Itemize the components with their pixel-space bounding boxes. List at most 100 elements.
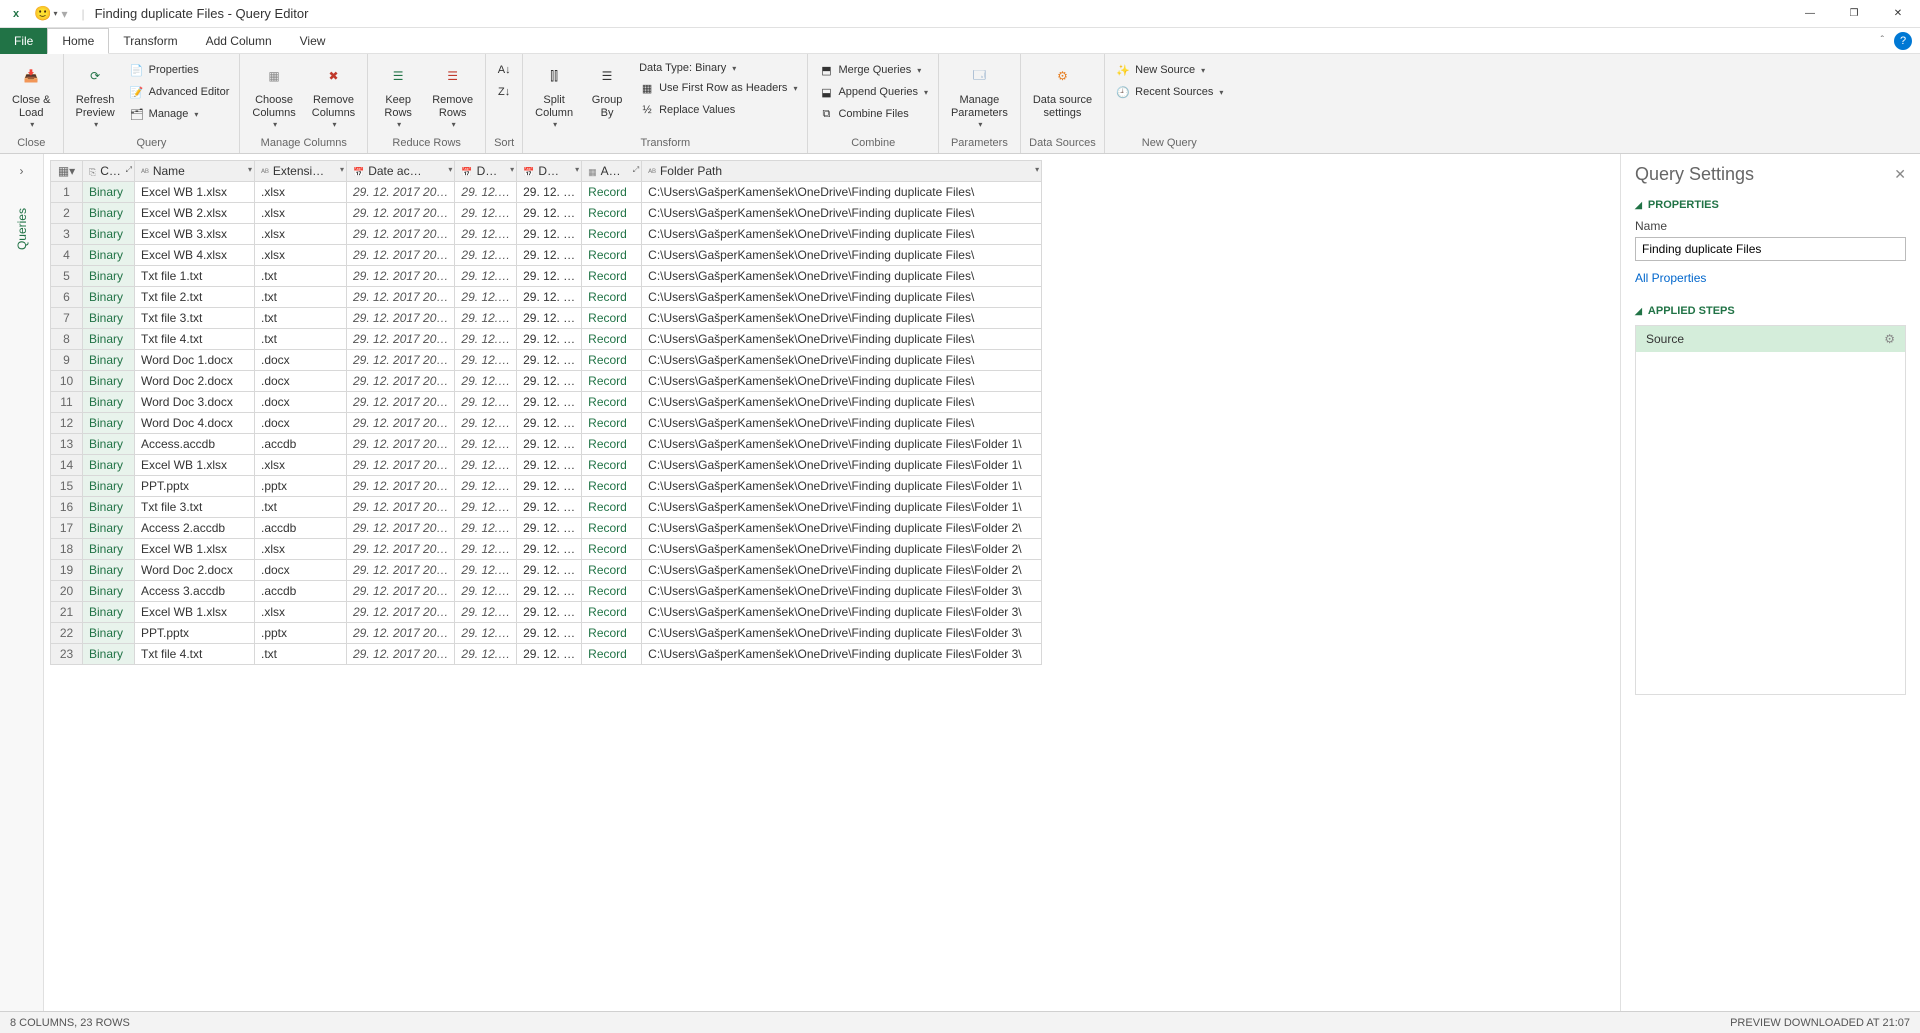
cell-name[interactable]: PPT.pptx xyxy=(135,476,255,497)
cell-content[interactable]: Binary xyxy=(83,287,135,308)
cell-attributes[interactable]: Record xyxy=(582,182,642,203)
close-button[interactable]: ✕ xyxy=(1876,0,1920,28)
cell-content[interactable]: Binary xyxy=(83,434,135,455)
merge-queries-button[interactable]: ⬒Merge Queries▾ xyxy=(814,60,932,80)
cell-folder-path[interactable]: C:\Users\GašperKamenšek\OneDrive\Finding… xyxy=(642,245,1042,266)
cell-content[interactable]: Binary xyxy=(83,329,135,350)
table-row[interactable]: 6BinaryTxt file 2.txt.txt29. 12. 2017 20… xyxy=(51,287,1042,308)
row-number[interactable]: 14 xyxy=(51,455,83,476)
cell-attributes[interactable]: Record xyxy=(582,581,642,602)
table-row[interactable]: 7BinaryTxt file 3.txt.txt29. 12. 2017 20… xyxy=(51,308,1042,329)
cell-date-modified[interactable]: 29. 12.… xyxy=(455,308,517,329)
cell-date-accessed[interactable]: 29. 12. 2017 20… xyxy=(347,329,455,350)
query-name-input[interactable] xyxy=(1635,237,1906,261)
row-number[interactable]: 20 xyxy=(51,581,83,602)
row-number[interactable]: 18 xyxy=(51,539,83,560)
col-extension[interactable]: ᴬᴮExtensi…▾ xyxy=(255,161,347,182)
cell-date-accessed[interactable]: 29. 12. 2017 20… xyxy=(347,287,455,308)
recent-sources-button[interactable]: 🕘Recent Sources▾ xyxy=(1111,82,1227,102)
cell-date-created[interactable]: 29. 12. … xyxy=(517,308,582,329)
col-attributes[interactable]: ▦A…⤢ xyxy=(582,161,642,182)
cell-extension[interactable]: .docx xyxy=(255,350,347,371)
cell-attributes[interactable]: Record xyxy=(582,602,642,623)
cell-extension[interactable]: .xlsx xyxy=(255,455,347,476)
expand-icon[interactable]: ⤢ xyxy=(633,165,639,175)
replace-values-button[interactable]: ½Replace Values xyxy=(635,100,801,120)
qat-dropdown-icon[interactable]: ▾ xyxy=(53,9,57,18)
cell-date-accessed[interactable]: 29. 12. 2017 20… xyxy=(347,350,455,371)
row-number[interactable]: 1 xyxy=(51,182,83,203)
table-row[interactable]: 21BinaryExcel WB 1.xlsx.xlsx29. 12. 2017… xyxy=(51,602,1042,623)
manage-parameters-button[interactable]: 🗔 Manage Parameters ▾ xyxy=(945,58,1014,131)
cell-name[interactable]: Excel WB 1.xlsx xyxy=(135,182,255,203)
tab-transform[interactable]: Transform xyxy=(109,28,191,54)
table-row[interactable]: 8BinaryTxt file 4.txt.txt29. 12. 2017 20… xyxy=(51,329,1042,350)
data-grid[interactable]: ▦▾ ⎘C…⤢ ᴬᴮName▾ ᴬᴮExtensi…▾ 📅Date ac…▾ 📅… xyxy=(44,154,1620,1011)
cell-date-accessed[interactable]: 29. 12. 2017 20… xyxy=(347,371,455,392)
cell-attributes[interactable]: Record xyxy=(582,392,642,413)
cell-date-accessed[interactable]: 29. 12. 2017 20… xyxy=(347,518,455,539)
filter-icon[interactable]: ▾ xyxy=(340,165,344,174)
filter-icon[interactable]: ▾ xyxy=(448,165,452,174)
cell-date-created[interactable]: 29. 12. … xyxy=(517,518,582,539)
cell-folder-path[interactable]: C:\Users\GašperKamenšek\OneDrive\Finding… xyxy=(642,371,1042,392)
cell-date-created[interactable]: 29. 12. … xyxy=(517,350,582,371)
table-corner[interactable]: ▦▾ xyxy=(51,161,83,182)
data-source-settings-button[interactable]: ⚙ Data source settings xyxy=(1027,58,1098,122)
cell-date-modified[interactable]: 29. 12.… xyxy=(455,518,517,539)
cell-name[interactable]: Txt file 4.txt xyxy=(135,644,255,665)
cell-folder-path[interactable]: C:\Users\GašperKamenšek\OneDrive\Finding… xyxy=(642,434,1042,455)
cell-extension[interactable]: .accdb xyxy=(255,518,347,539)
cell-extension[interactable]: .xlsx xyxy=(255,224,347,245)
cell-date-modified[interactable]: 29. 12.… xyxy=(455,392,517,413)
table-row[interactable]: 14BinaryExcel WB 1.xlsx.xlsx29. 12. 2017… xyxy=(51,455,1042,476)
cell-content[interactable]: Binary xyxy=(83,476,135,497)
tab-add-column[interactable]: Add Column xyxy=(192,28,286,54)
cell-date-modified[interactable]: 29. 12.… xyxy=(455,329,517,350)
remove-columns-button[interactable]: ✖ Remove Columns ▾ xyxy=(306,58,361,131)
cell-date-modified[interactable]: 29. 12.… xyxy=(455,455,517,476)
cell-name[interactable]: Txt file 1.txt xyxy=(135,266,255,287)
row-number[interactable]: 16 xyxy=(51,497,83,518)
cell-date-modified[interactable]: 29. 12.… xyxy=(455,371,517,392)
cell-date-modified[interactable]: 29. 12.… xyxy=(455,434,517,455)
cell-date-accessed[interactable]: 29. 12. 2017 20… xyxy=(347,560,455,581)
step-source[interactable]: Source ⚙ xyxy=(1636,326,1905,352)
table-row[interactable]: 5BinaryTxt file 1.txt.txt29. 12. 2017 20… xyxy=(51,266,1042,287)
cell-attributes[interactable]: Record xyxy=(582,413,642,434)
cell-attributes[interactable]: Record xyxy=(582,434,642,455)
cell-folder-path[interactable]: C:\Users\GašperKamenšek\OneDrive\Finding… xyxy=(642,224,1042,245)
cell-date-modified[interactable]: 29. 12.… xyxy=(455,539,517,560)
close-icon[interactable]: ✕ xyxy=(1894,166,1906,183)
cell-extension[interactable]: .txt xyxy=(255,644,347,665)
row-number[interactable]: 10 xyxy=(51,371,83,392)
row-number[interactable]: 2 xyxy=(51,203,83,224)
row-number[interactable]: 13 xyxy=(51,434,83,455)
cell-date-accessed[interactable]: 29. 12. 2017 20… xyxy=(347,245,455,266)
cell-date-created[interactable]: 29. 12. … xyxy=(517,203,582,224)
row-number[interactable]: 7 xyxy=(51,308,83,329)
col-date-created[interactable]: 📅D…▾ xyxy=(517,161,582,182)
cell-date-modified[interactable]: 29. 12.… xyxy=(455,203,517,224)
cell-folder-path[interactable]: C:\Users\GašperKamenšek\OneDrive\Finding… xyxy=(642,287,1042,308)
cell-date-created[interactable]: 29. 12. … xyxy=(517,476,582,497)
cell-name[interactable]: Excel WB 1.xlsx xyxy=(135,539,255,560)
cell-date-created[interactable]: 29. 12. … xyxy=(517,245,582,266)
cell-extension[interactable]: .docx xyxy=(255,413,347,434)
split-column-button[interactable]: ⫿⫿ Split Column ▾ xyxy=(529,58,579,131)
group-by-button[interactable]: ☰ Group By xyxy=(583,58,631,122)
cell-extension[interactable]: .docx xyxy=(255,392,347,413)
first-row-headers-button[interactable]: ▦Use First Row as Headers▾ xyxy=(635,78,801,98)
cell-attributes[interactable]: Record xyxy=(582,497,642,518)
cell-date-created[interactable]: 29. 12. … xyxy=(517,497,582,518)
cell-name[interactable]: Access.accdb xyxy=(135,434,255,455)
cell-folder-path[interactable]: C:\Users\GašperKamenšek\OneDrive\Finding… xyxy=(642,476,1042,497)
cell-content[interactable]: Binary xyxy=(83,371,135,392)
filter-icon[interactable]: ▾ xyxy=(1035,165,1039,174)
cell-date-created[interactable]: 29. 12. … xyxy=(517,434,582,455)
cell-folder-path[interactable]: C:\Users\GašperKamenšek\OneDrive\Finding… xyxy=(642,455,1042,476)
table-row[interactable]: 2BinaryExcel WB 2.xlsx.xlsx29. 12. 2017 … xyxy=(51,203,1042,224)
cell-extension[interactable]: .pptx xyxy=(255,623,347,644)
cell-date-accessed[interactable]: 29. 12. 2017 20… xyxy=(347,644,455,665)
cell-folder-path[interactable]: C:\Users\GašperKamenšek\OneDrive\Finding… xyxy=(642,560,1042,581)
